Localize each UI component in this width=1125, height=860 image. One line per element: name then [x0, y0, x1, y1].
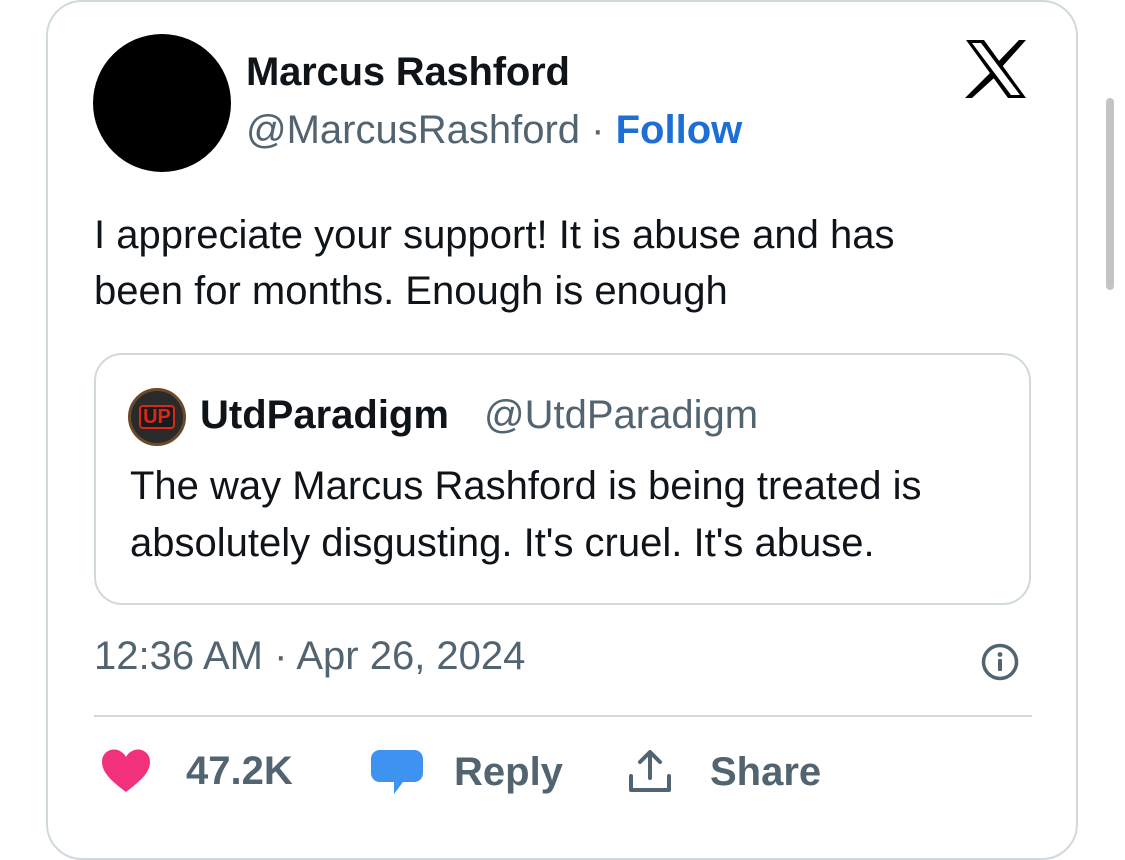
quoted-author-name[interactable]: UtdParadigm: [200, 393, 449, 438]
reply-label: Reply: [454, 749, 563, 794]
author-handle-line: @MarcusRashford · Follow: [246, 108, 742, 153]
share-upload-icon: [629, 750, 671, 792]
quoted-avatar[interactable]: UP: [128, 388, 186, 446]
author-name[interactable]: Marcus Rashford: [246, 50, 570, 95]
author-handle[interactable]: @MarcusRashford: [246, 108, 580, 152]
like-button[interactable]: 47.2K: [100, 748, 293, 794]
follow-button[interactable]: Follow: [616, 108, 743, 152]
quoted-tweet-text: The way Marcus Rashford is being treated…: [130, 464, 922, 565]
scrollbar[interactable]: [1106, 98, 1114, 290]
tweet-text: I appreciate your support! It is abuse a…: [94, 213, 895, 313]
handle-separator: ·: [591, 108, 605, 152]
divider: [94, 715, 1032, 717]
speech-bubble-icon: [371, 750, 423, 794]
tweet-timestamp[interactable]: 12:36 AM · Apr 26, 2024: [94, 634, 525, 679]
info-icon[interactable]: [980, 642, 1020, 682]
heart-icon: [102, 749, 150, 792]
author-avatar[interactable]: [93, 34, 231, 172]
reply-button[interactable]: Reply: [370, 748, 563, 796]
quoted-avatar-logo: UP: [139, 405, 175, 429]
quoted-author-handle[interactable]: @UtdParadigm: [484, 393, 758, 438]
x-logo-icon[interactable]: [964, 40, 1028, 98]
share-button[interactable]: Share: [626, 748, 821, 796]
share-label: Share: [710, 749, 822, 794]
like-count: 47.2K: [186, 748, 293, 793]
